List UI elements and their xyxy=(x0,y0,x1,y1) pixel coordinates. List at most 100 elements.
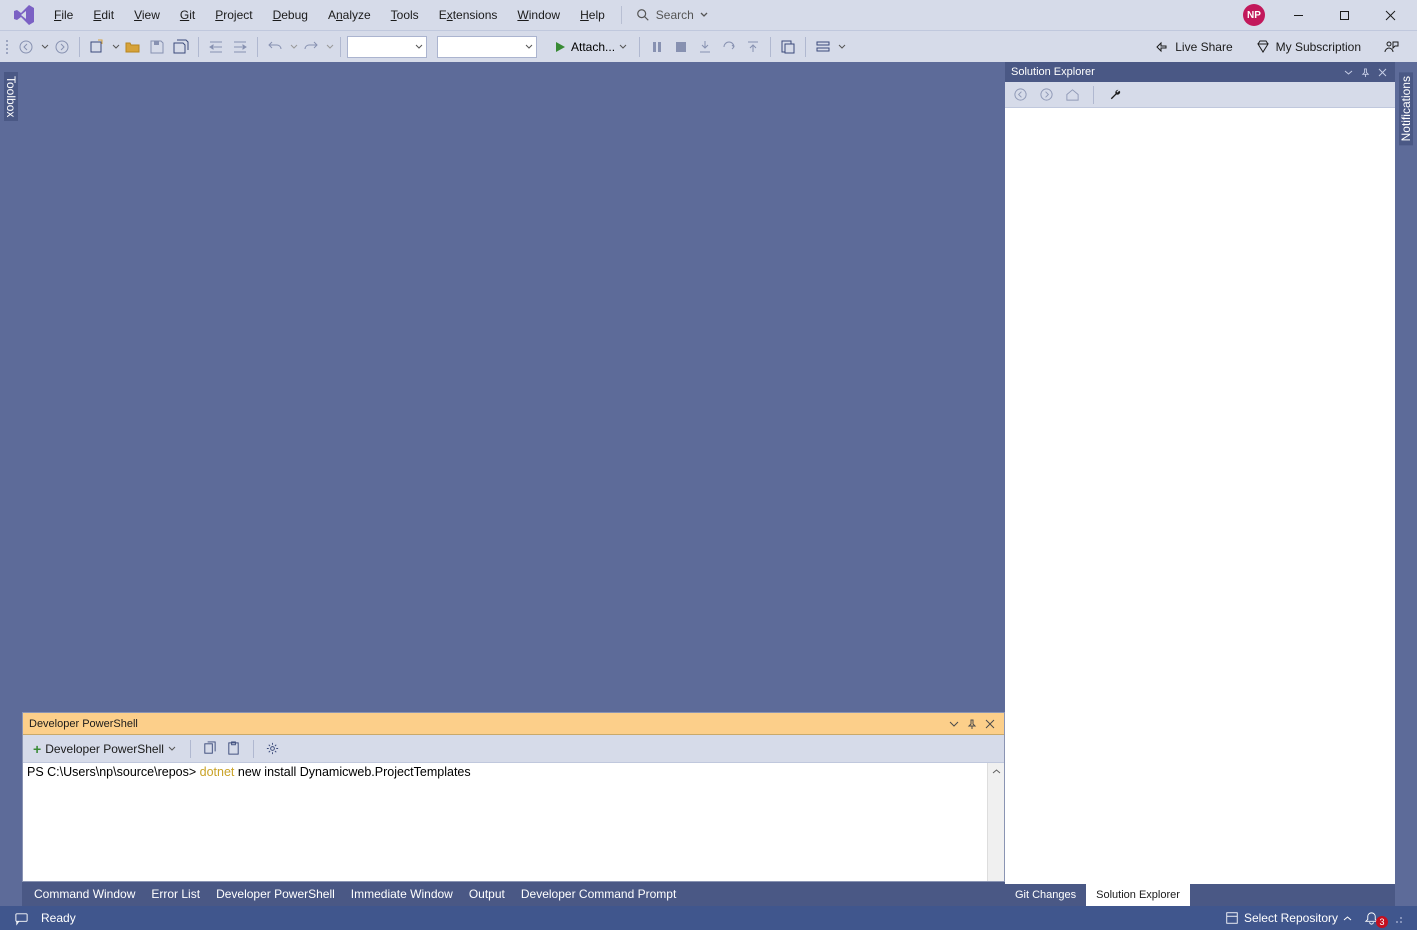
status-ready-label: Ready xyxy=(35,911,82,925)
powershell-terminal[interactable]: PS C:\Users\np\source\repos> dotnet new … xyxy=(23,763,1004,881)
maximize-button[interactable] xyxy=(1321,0,1367,30)
menu-extensions[interactable]: Extensions xyxy=(429,4,508,26)
menu-view[interactable]: View xyxy=(124,4,170,26)
step-out-button[interactable] xyxy=(742,36,764,58)
debug-stop-button[interactable] xyxy=(670,36,692,58)
search-box[interactable]: Search xyxy=(628,6,716,24)
new-project-button[interactable] xyxy=(86,36,108,58)
save-all-button[interactable] xyxy=(170,36,192,58)
chevron-down-icon[interactable] xyxy=(290,43,298,51)
chevron-down-icon xyxy=(700,11,708,19)
person-feedback-icon xyxy=(1383,39,1399,55)
undo-button[interactable] xyxy=(264,36,286,58)
pin-icon[interactable] xyxy=(1358,65,1372,79)
window-position-button[interactable] xyxy=(946,716,962,732)
solution-explorer-tree[interactable] xyxy=(1005,108,1395,884)
menu-help[interactable]: Help xyxy=(570,4,615,26)
developer-powershell-panel: Developer PowerShell + Developer PowerSh… xyxy=(22,712,1005,882)
select-repository-button[interactable]: Select Repository xyxy=(1219,911,1358,925)
tab-solution-explorer[interactable]: Solution Explorer xyxy=(1086,884,1190,906)
play-icon xyxy=(553,40,567,54)
home-icon[interactable] xyxy=(1063,86,1081,104)
menu-tools[interactable]: Tools xyxy=(381,4,429,26)
debug-pause-button[interactable] xyxy=(646,36,668,58)
add-powershell-tab-button[interactable]: + Developer PowerShell xyxy=(29,739,180,759)
paste-icon[interactable] xyxy=(225,740,243,758)
wrench-icon[interactable] xyxy=(1106,86,1124,104)
window-position-button[interactable] xyxy=(1341,65,1355,79)
powershell-title-label: Developer PowerShell xyxy=(29,718,138,730)
solution-platforms-combo[interactable] xyxy=(437,36,537,58)
standard-toolbar: Attach... Live Share My Subscription xyxy=(0,30,1417,62)
my-subscription-button[interactable]: My Subscription xyxy=(1251,37,1365,57)
chevron-down-icon[interactable] xyxy=(112,43,120,51)
minimize-button[interactable] xyxy=(1275,0,1321,30)
find-in-files-button[interactable] xyxy=(777,36,799,58)
copy-icon[interactable] xyxy=(201,740,219,758)
status-output-button[interactable] xyxy=(8,911,35,926)
nav-back-button[interactable] xyxy=(15,36,37,58)
chevron-down-icon[interactable] xyxy=(41,43,49,51)
attach-debugger-button[interactable]: Attach... xyxy=(547,36,633,58)
solution-explorer-title-bar[interactable]: Solution Explorer xyxy=(1005,62,1395,82)
outdent-button[interactable] xyxy=(205,36,227,58)
back-icon[interactable] xyxy=(1011,86,1029,104)
bottom-tool-window-tabs: Command Window Error List Developer Powe… xyxy=(22,882,1005,906)
live-share-button[interactable]: Live Share xyxy=(1150,37,1236,57)
solution-configurations-combo[interactable] xyxy=(347,36,427,58)
pin-button[interactable] xyxy=(964,716,980,732)
solution-explorer-tabs: Git Changes Solution Explorer xyxy=(1005,884,1395,906)
chevron-up-icon xyxy=(1343,914,1352,923)
powershell-title-bar[interactable]: Developer PowerShell xyxy=(23,713,1004,735)
menu-file[interactable]: File xyxy=(44,4,83,26)
editor-empty-area xyxy=(22,62,1005,712)
toolbox-tab[interactable]: Toolbox xyxy=(4,72,18,121)
toolbar-options-button[interactable] xyxy=(812,36,834,58)
menu-window[interactable]: Window xyxy=(507,4,570,26)
nav-forward-button[interactable] xyxy=(51,36,73,58)
main-area: Toolbox Developer PowerShell + Developer… xyxy=(0,62,1417,906)
gear-icon[interactable] xyxy=(264,740,282,758)
indent-button[interactable] xyxy=(229,36,251,58)
feedback-button[interactable] xyxy=(1379,37,1403,57)
tab-output[interactable]: Output xyxy=(461,883,513,905)
save-button[interactable] xyxy=(146,36,168,58)
menu-debug[interactable]: Debug xyxy=(263,4,318,26)
tab-command-window[interactable]: Command Window xyxy=(26,883,143,905)
repository-icon xyxy=(1225,911,1239,925)
open-file-button[interactable] xyxy=(122,36,144,58)
tab-error-list[interactable]: Error List xyxy=(143,883,208,905)
chevron-down-icon[interactable] xyxy=(326,43,334,51)
menu-git[interactable]: Git xyxy=(170,4,205,26)
menu-project[interactable]: Project xyxy=(205,4,262,26)
powershell-toolbar: + Developer PowerShell xyxy=(23,735,1004,763)
my-subscription-label: My Subscription xyxy=(1276,40,1361,54)
powershell-tab-label: Developer PowerShell xyxy=(45,742,164,756)
notifications-tab[interactable]: Notifications xyxy=(1399,72,1413,145)
close-button[interactable] xyxy=(1367,0,1413,30)
right-dock: Notifications xyxy=(1395,62,1417,906)
toolbar-grip[interactable] xyxy=(4,36,10,58)
scroll-up-icon[interactable] xyxy=(988,763,1004,780)
close-icon[interactable] xyxy=(1375,65,1389,79)
step-into-button[interactable] xyxy=(694,36,716,58)
menu-edit[interactable]: Edit xyxy=(83,4,124,26)
visual-studio-logo-icon xyxy=(12,3,36,27)
notifications-button[interactable]: 3 xyxy=(1358,911,1385,926)
search-icon xyxy=(636,8,650,22)
menu-separator xyxy=(621,6,622,24)
chevron-down-icon xyxy=(619,43,627,51)
forward-icon[interactable] xyxy=(1037,86,1055,104)
tab-git-changes[interactable]: Git Changes xyxy=(1005,884,1086,906)
terminal-scrollbar[interactable] xyxy=(987,763,1004,881)
live-share-icon xyxy=(1154,39,1170,55)
user-avatar[interactable]: NP xyxy=(1243,4,1265,26)
menu-analyze[interactable]: Analyze xyxy=(318,4,381,26)
tab-immediate-window[interactable]: Immediate Window xyxy=(343,883,461,905)
close-icon[interactable] xyxy=(982,716,998,732)
chevron-down-icon[interactable] xyxy=(838,43,846,51)
step-over-button[interactable] xyxy=(718,36,740,58)
redo-button[interactable] xyxy=(300,36,322,58)
tab-developer-powershell[interactable]: Developer PowerShell xyxy=(208,883,343,905)
tab-developer-command-prompt[interactable]: Developer Command Prompt xyxy=(513,883,684,905)
